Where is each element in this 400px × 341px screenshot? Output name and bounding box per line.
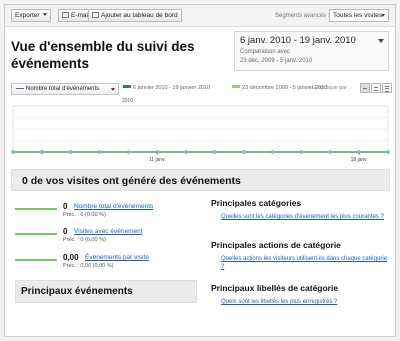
dashboard-label: Ajouter au tableau de bord — [101, 12, 178, 19]
legend-current-label: 6 janvier 2010 - 19 janvier 2010 — [133, 85, 211, 91]
chart-tick-label: 18 janv. — [351, 157, 368, 163]
metric-value: 0,00 — [63, 253, 79, 262]
events-chart: 11 janv. 18 janv. 2010 — [11, 98, 390, 169]
chevron-down-icon — [381, 14, 385, 17]
chart-point — [98, 150, 101, 154]
envelope-icon — [62, 12, 69, 18]
report-panel: Exporter E-mail Ajouter au tableau de bo… — [4, 4, 396, 337]
chart-point — [40, 150, 43, 154]
line-chart-icon — [16, 84, 24, 89]
top-labels-title: Principaux libellés de catégorie — [211, 283, 339, 293]
add-to-dashboard-button[interactable]: Ajouter au tableau de bord — [88, 9, 182, 22]
summary-header: 0 de vos visites ont généré des événemen… — [11, 169, 390, 191]
metric-previous: Préc. : 0,00 (0,00 %) — [63, 263, 114, 269]
chevron-down-icon — [111, 88, 115, 91]
metric-link[interactable]: Visites avec événement — [74, 228, 143, 235]
compare-label: Comparaison avec — [240, 49, 291, 55]
legend-current: 6 janvier 2010 - 19 janvier 2010 — [123, 85, 210, 91]
chart-point — [127, 150, 130, 154]
chart-year-label: 2010 — [122, 98, 134, 104]
metric-events-per-visit: 0,00 Événements par visite Préc. : 0,00 … — [11, 253, 201, 275]
legend-compare-swatch — [232, 85, 240, 88]
chart-point — [329, 150, 332, 154]
chart-point — [69, 150, 72, 154]
toolbar: Exporter E-mail Ajouter au tableau de bo… — [5, 5, 395, 27]
compare-range: 23 déc. 2009 - 5 janv. 2010 — [240, 58, 313, 64]
metric-value: 0 — [63, 202, 68, 211]
export-label: Exporter — [15, 12, 40, 19]
graph-by-label: Graphique par : — [312, 85, 351, 91]
chart-point — [11, 150, 15, 154]
top-actions-title: Principales actions de catégorie — [211, 240, 341, 250]
metric-previous: Préc. : 0 (0,00 %) — [63, 212, 106, 218]
advanced-segments-label: Segments avancés : — [275, 13, 330, 19]
chart-point — [271, 150, 274, 154]
graph-by-week-button[interactable] — [371, 83, 381, 93]
graph-by-month-button[interactable] — [382, 83, 392, 93]
page-title: Vue d'ensemble du suivi des événements — [11, 39, 195, 71]
top-categories-link[interactable]: Quelles sont les catégories d'événement … — [221, 213, 391, 221]
chevron-down-icon — [378, 39, 384, 43]
metric-visits-with-event: 0 Visites avec événement Préc. : 0 (0,00… — [11, 227, 201, 249]
chevron-down-icon — [42, 13, 47, 16]
metric-sparkline — [15, 259, 57, 261]
export-button[interactable]: Exporter — [11, 9, 51, 22]
date-range-picker[interactable]: 6 janv. 2010 - 19 janv. 2010 Comparaison… — [234, 31, 389, 71]
segments-select[interactable]: Toutes les visites — [329, 9, 389, 22]
graph-metric-value: Nombre total d'événements — [26, 86, 100, 92]
chart-point — [386, 150, 390, 154]
top-events-title: Principaux événements — [21, 286, 133, 297]
top-categories-title: Principales catégories — [211, 198, 302, 208]
top-actions-link[interactable]: Quelles actions les visiteurs utilisent-… — [221, 255, 391, 271]
chart-point — [184, 150, 188, 154]
metric-value: 0 — [63, 227, 68, 236]
segments-value: Toutes les visites — [333, 12, 383, 19]
summary-title: 0 de vos visites ont généré des événemen… — [22, 175, 241, 187]
email-label: E-mail — [71, 12, 90, 19]
metric-link[interactable]: Événements par visite — [85, 254, 149, 261]
graph-metric-select[interactable]: Nombre total d'événements — [11, 83, 119, 95]
legend-current-swatch — [123, 85, 131, 88]
chart-svg: 11 janv. 18 janv. — [11, 105, 390, 163]
chart-point — [242, 150, 245, 154]
top-events-header: Principaux événements — [15, 280, 197, 303]
metric-total-events: 0 Nombre total d'événements Préc. : 0 (0… — [11, 202, 201, 224]
metric-sparkline — [15, 208, 57, 210]
chart-point — [300, 150, 303, 154]
top-labels-link[interactable]: Quels sont les libellés les plus enregis… — [221, 298, 391, 306]
chart-tick-label: 11 janv. — [149, 157, 166, 163]
metric-sparkline — [15, 233, 57, 235]
date-range: 6 janv. 2010 - 19 janv. 2010 — [240, 35, 356, 46]
graph-by-day-button[interactable] — [360, 83, 370, 93]
metric-link[interactable]: Nombre total d'événements — [74, 203, 153, 210]
metric-previous: Préc. : 0 (0,00 %) — [63, 237, 106, 243]
dashboard-icon — [92, 12, 99, 18]
chart-point — [213, 150, 217, 154]
